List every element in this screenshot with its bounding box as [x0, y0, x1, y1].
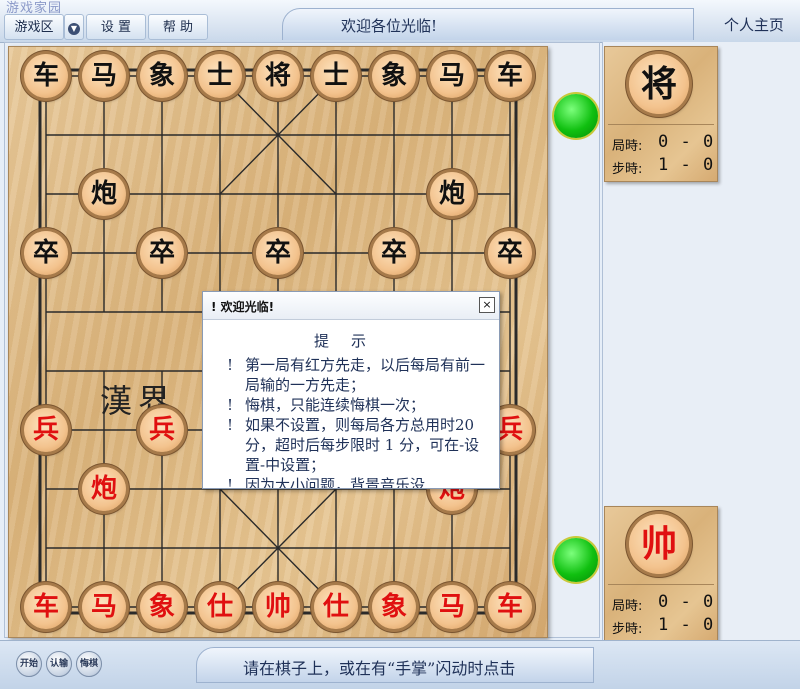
black-piece[interactable]: 象: [140, 54, 184, 98]
red-piece[interactable]: 兵: [140, 408, 184, 452]
step-time-row: 步時: 1 - 0: [612, 155, 716, 177]
divider: [608, 124, 714, 125]
bottom-bar: 开始 认输 悔棋 请在棋子上，或在有“手掌”闪动时点击: [0, 640, 800, 689]
black-piece[interactable]: 车: [24, 54, 68, 98]
game-time-value: 0 - 0: [658, 592, 715, 612]
black-piece[interactable]: 车: [488, 54, 532, 98]
tip-mark: !: [227, 476, 234, 489]
black-piece[interactable]: 卒: [140, 231, 184, 275]
black-piece[interactable]: 卒: [24, 231, 68, 275]
turn-indicator-bottom: [554, 538, 598, 582]
black-piece[interactable]: 卒: [488, 231, 532, 275]
red-piece[interactable]: 马: [430, 585, 474, 629]
game-time-label: 局時:: [612, 139, 643, 154]
divider: [608, 584, 714, 585]
tip-mark: !: [227, 356, 234, 374]
tip-item: ! 如果不设置，则每局各方总用时20分，超时后每步限时 1 分，可在-设置-中设置…: [227, 415, 489, 475]
red-piece[interactable]: 兵: [24, 408, 68, 452]
status-banner: 请在棋子上，或在有“手掌”闪动时点击: [196, 647, 594, 683]
red-piece[interactable]: 象: [372, 585, 416, 629]
menu-dropdown-button[interactable]: ▼: [64, 14, 84, 40]
red-piece[interactable]: 车: [488, 585, 532, 629]
black-piece[interactable]: 士: [314, 54, 358, 98]
dialog-body[interactable]: ! 第一局有红方先走，以后每局有前一局输的一方先走； ! 悔棋，只能连续悔棋一次； …: [227, 355, 489, 489]
menu-help[interactable]: 帮 助: [148, 14, 208, 40]
red-piece[interactable]: 仕: [198, 585, 242, 629]
red-piece[interactable]: 仕: [314, 585, 358, 629]
player-card-red: 帅 局時: 0 - 0 步時: 1 - 0: [604, 506, 718, 642]
top-bar: 游戏家园 游戏区 ▼ 设 置 帮 助 欢迎各位光临! 个人主页: [0, 0, 800, 43]
red-piece[interactable]: 车: [24, 585, 68, 629]
tip-text: 因为大小问题，背景音乐没: [245, 476, 426, 489]
tip-text: 第一局有红方先走，以后每局有前一局输的一方先走；: [245, 356, 486, 394]
step-time-value: 1 - 0: [658, 615, 715, 635]
tip-item: ! 因为大小问题，背景音乐没: [227, 475, 489, 489]
step-time-label: 步時:: [612, 162, 643, 177]
red-piece[interactable]: 帅: [256, 585, 300, 629]
turn-indicator-top: [554, 94, 598, 138]
tip-mark: !: [227, 416, 234, 434]
game-time-label: 局時:: [612, 599, 643, 614]
dialog-title: ! 欢迎光临!: [211, 300, 275, 314]
player-piece-red: 帅: [629, 514, 689, 574]
tip-mark: !: [227, 396, 234, 414]
black-piece[interactable]: 将: [256, 54, 300, 98]
homepage-link[interactable]: 个人主页: [724, 14, 784, 35]
game-time-value: 0 - 0: [658, 132, 715, 152]
black-piece[interactable]: 象: [372, 54, 416, 98]
black-piece[interactable]: 马: [82, 54, 126, 98]
red-piece[interactable]: 象: [140, 585, 184, 629]
black-piece[interactable]: 马: [430, 54, 474, 98]
step-time-value: 1 - 0: [658, 155, 715, 175]
red-piece[interactable]: 炮: [82, 467, 126, 511]
welcome-dialog: ! 欢迎光临! × 提示 ! 第一局有红方先走，以后每局有前一局输的一方先走； !…: [202, 291, 500, 489]
start-button[interactable]: 开始: [16, 651, 42, 677]
black-piece[interactable]: 卒: [372, 231, 416, 275]
step-time-label: 步時:: [612, 622, 643, 637]
tip-text: 如果不设置，则每局各方总用时20分，超时后每步限时 1 分，可在-设置-中设置；: [245, 416, 480, 474]
black-piece[interactable]: 卒: [256, 231, 300, 275]
game-time-row: 局時: 0 - 0: [612, 132, 716, 154]
menu-settings[interactable]: 设 置: [86, 14, 146, 40]
undo-button[interactable]: 悔棋: [76, 651, 102, 677]
black-piece[interactable]: 炮: [82, 172, 126, 216]
player-card-black: 将 局時: 0 - 0 步時: 1 - 0: [604, 46, 718, 182]
chevron-down-icon: ▼: [68, 23, 80, 35]
welcome-text: 欢迎各位光临!: [341, 17, 438, 35]
dialog-heading: 提示: [313, 332, 388, 350]
close-icon[interactable]: ×: [479, 297, 495, 313]
game-time-row: 局時: 0 - 0: [612, 592, 716, 614]
resign-button[interactable]: 认输: [46, 651, 72, 677]
status-text: 请在棋子上，或在有“手掌”闪动时点击: [243, 659, 516, 678]
tip-item: ! 第一局有红方先走，以后每局有前一局输的一方先走；: [227, 355, 489, 395]
tip-text: 悔棋，只能连续悔棋一次；: [245, 396, 426, 414]
black-piece[interactable]: 炮: [430, 172, 474, 216]
step-time-row: 步時: 1 - 0: [612, 615, 716, 637]
black-piece[interactable]: 士: [198, 54, 242, 98]
player-piece-black: 将: [629, 54, 689, 114]
welcome-banner: 欢迎各位光临!: [282, 8, 694, 40]
tip-item: ! 悔棋，只能连续悔棋一次；: [227, 395, 489, 415]
dialog-titlebar[interactable]: ! 欢迎光临! ×: [203, 292, 499, 320]
menu-games[interactable]: 游戏区: [4, 14, 64, 40]
red-piece[interactable]: 马: [82, 585, 126, 629]
